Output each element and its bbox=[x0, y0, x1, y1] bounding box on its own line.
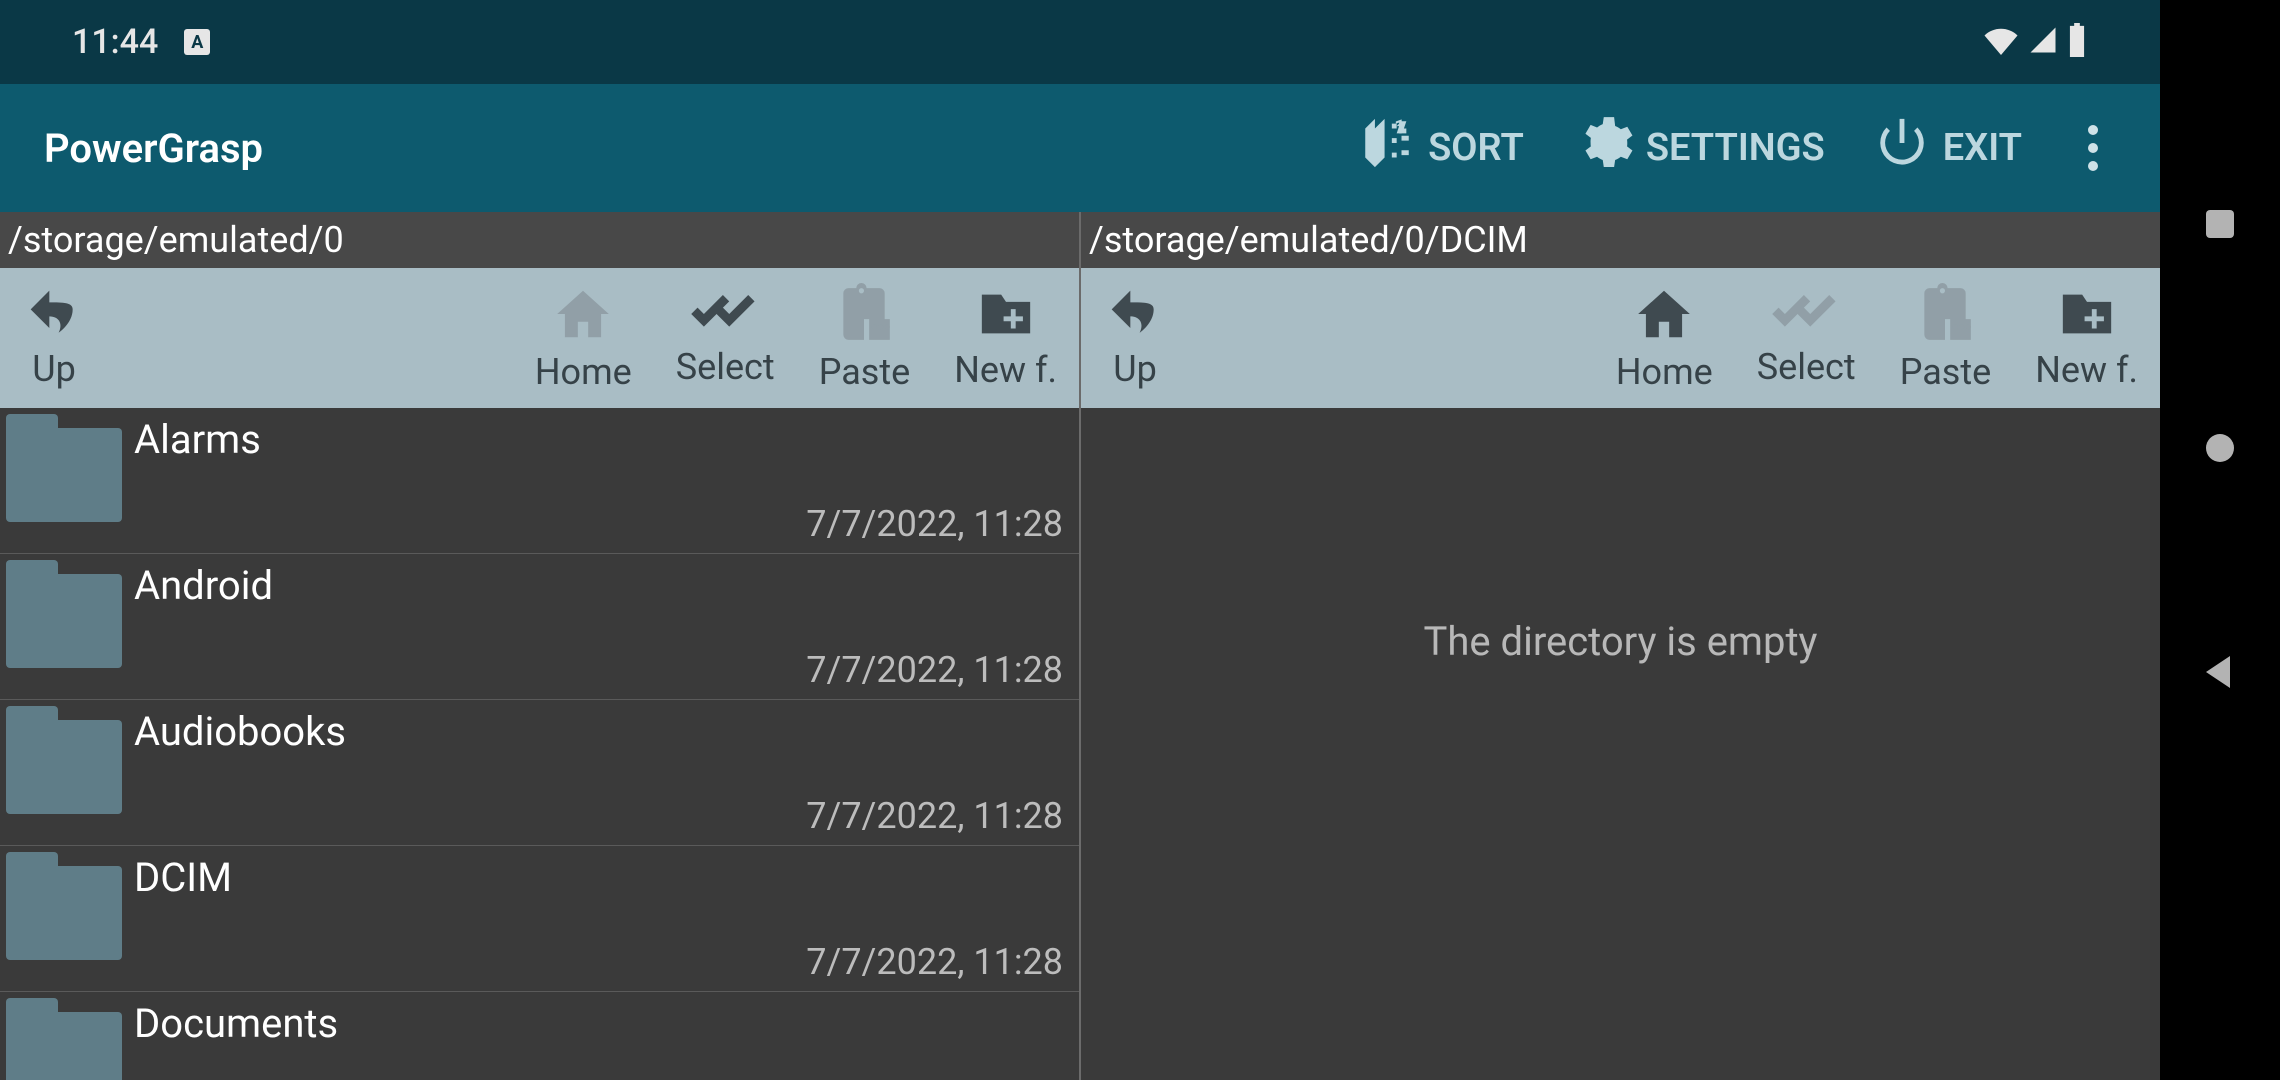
file-name: Alarms bbox=[134, 416, 261, 463]
file-name: Documents bbox=[134, 1000, 338, 1047]
list-item[interactable]: Alarms 7/7/2022, 11:28 bbox=[0, 408, 1079, 554]
paste-button[interactable]: Paste bbox=[797, 268, 933, 408]
app-bar: PowerGrasp 1 SORT SETTINGS EXIT bbox=[0, 84, 2160, 212]
file-date: 7/7/2022, 11:28 bbox=[806, 795, 1063, 837]
left-path[interactable]: /storage/emulated/0 bbox=[0, 212, 1079, 268]
home-icon bbox=[1629, 283, 1699, 349]
home-button[interactable]: Home bbox=[1594, 268, 1735, 408]
right-pane-toolbar: Up Home Select Paste New f. bbox=[1081, 268, 2160, 408]
file-name: DCIM bbox=[134, 854, 232, 901]
nav-back-button[interactable] bbox=[2196, 648, 2244, 700]
select-icon bbox=[1768, 288, 1844, 344]
file-name: Android bbox=[134, 562, 273, 609]
nav-home-button[interactable] bbox=[2196, 424, 2244, 476]
left-file-list[interactable]: Alarms 7/7/2022, 11:28 Android 7/7/2022, 11… bbox=[0, 408, 1079, 1080]
right-path[interactable]: /storage/emulated/0/DCIM bbox=[1081, 212, 2160, 268]
new-folder-label: New f. bbox=[2035, 349, 2138, 391]
new-folder-icon bbox=[2052, 285, 2122, 347]
up-icon bbox=[22, 286, 86, 346]
folder-icon bbox=[6, 998, 122, 1080]
exit-button[interactable]: EXIT bbox=[1873, 114, 2022, 182]
left-pane: /storage/emulated/0 Up Home Select Pa bbox=[0, 212, 1079, 1080]
cellular-icon bbox=[2026, 25, 2060, 59]
folder-icon bbox=[6, 560, 122, 668]
svg-text:1: 1 bbox=[1394, 115, 1405, 138]
paste-label: Paste bbox=[1900, 351, 1992, 393]
battery-icon bbox=[2066, 23, 2088, 61]
home-button[interactable]: Home bbox=[513, 268, 654, 408]
list-item[interactable]: DCIM 7/7/2022, 11:28 bbox=[0, 846, 1079, 992]
file-date: 7/7/2022, 11:28 bbox=[806, 941, 1063, 983]
folder-icon bbox=[6, 706, 122, 814]
up-button[interactable]: Up bbox=[1081, 268, 1189, 408]
system-nav-bar bbox=[2160, 0, 2280, 1080]
power-icon bbox=[1873, 114, 1931, 182]
right-pane: /storage/emulated/0/DCIM Up Home Select bbox=[1079, 212, 2160, 1080]
settings-label: SETTINGS bbox=[1646, 126, 1825, 170]
file-date: 7/7/2022, 11:28 bbox=[806, 503, 1063, 545]
folder-icon bbox=[6, 414, 122, 522]
up-icon bbox=[1103, 286, 1167, 346]
settings-button[interactable]: SETTINGS bbox=[1572, 112, 1825, 184]
paste-icon bbox=[831, 283, 897, 349]
select-icon bbox=[687, 288, 763, 344]
right-file-list[interactable]: The directory is empty bbox=[1081, 408, 2160, 1080]
select-button[interactable]: Select bbox=[654, 268, 797, 408]
up-button[interactable]: Up bbox=[0, 268, 108, 408]
file-name: Audiobooks bbox=[134, 708, 346, 755]
new-folder-button[interactable]: New f. bbox=[932, 268, 1079, 408]
new-folder-label: New f. bbox=[954, 349, 1057, 391]
up-label: Up bbox=[1113, 348, 1157, 390]
exit-label: EXIT bbox=[1943, 126, 2022, 170]
gear-icon bbox=[1572, 112, 1634, 184]
new-folder-button[interactable]: New f. bbox=[2013, 268, 2160, 408]
list-item[interactable]: Documents bbox=[0, 992, 1079, 1080]
home-label: Home bbox=[1616, 351, 1713, 393]
select-label: Select bbox=[1757, 346, 1856, 388]
home-icon bbox=[548, 283, 618, 349]
status-badge: A bbox=[184, 29, 210, 55]
wifi-icon bbox=[1982, 25, 2020, 59]
new-folder-icon bbox=[971, 285, 1041, 347]
status-bar: 11:44 A bbox=[0, 0, 2160, 84]
select-button[interactable]: Select bbox=[1735, 268, 1878, 408]
sort-label: SORT bbox=[1428, 126, 1524, 170]
select-label: Select bbox=[676, 346, 775, 388]
status-clock: 11:44 bbox=[72, 22, 158, 62]
overflow-menu-button[interactable] bbox=[2070, 125, 2116, 171]
app-title: PowerGrasp bbox=[44, 125, 1334, 172]
empty-directory-message: The directory is empty bbox=[1081, 618, 2160, 665]
paste-icon bbox=[1912, 283, 1978, 349]
list-item[interactable]: Audiobooks 7/7/2022, 11:28 bbox=[0, 700, 1079, 846]
sort-button[interactable]: 1 SORT bbox=[1358, 114, 1524, 182]
paste-label: Paste bbox=[819, 351, 911, 393]
left-pane-toolbar: Up Home Select Paste New f. bbox=[0, 268, 1079, 408]
nav-recents-button[interactable] bbox=[2196, 200, 2244, 252]
list-item[interactable]: Android 7/7/2022, 11:28 bbox=[0, 554, 1079, 700]
up-label: Up bbox=[32, 348, 76, 390]
paste-button[interactable]: Paste bbox=[1878, 268, 2014, 408]
file-date: 7/7/2022, 11:28 bbox=[806, 649, 1063, 691]
home-label: Home bbox=[535, 351, 632, 393]
sort-icon: 1 bbox=[1358, 114, 1416, 182]
folder-icon bbox=[6, 852, 122, 960]
